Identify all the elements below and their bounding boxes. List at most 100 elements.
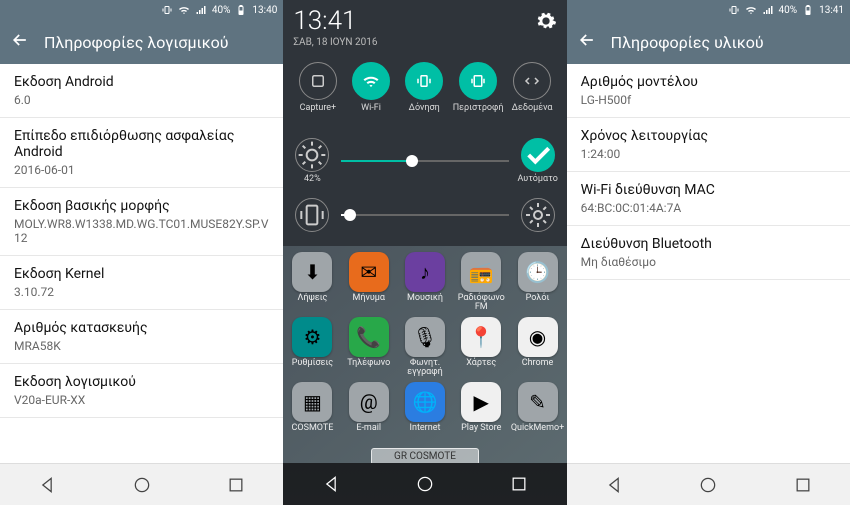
- volume-slider[interactable]: [341, 214, 508, 216]
- nav-home-button[interactable]: [696, 473, 720, 497]
- page-title: Πληροφορίες λογισμικού: [44, 33, 228, 52]
- nav-recents-button[interactable]: [224, 473, 248, 497]
- back-arrow-icon[interactable]: [577, 30, 597, 54]
- app-label: Τηλέφωνο: [347, 359, 390, 377]
- app-icon: 📍: [461, 317, 501, 357]
- app-shortcut[interactable]: 🌐Internet: [398, 382, 452, 442]
- status-bar[interactable]: 40% 13:40: [0, 0, 283, 20]
- nav-bar: [283, 463, 566, 505]
- signal-icon: [195, 4, 207, 16]
- vibrate-icon: [161, 4, 173, 16]
- app-label: E-mail: [356, 424, 381, 442]
- nav-home-button[interactable]: [413, 472, 437, 496]
- nav-back-button[interactable]: [35, 473, 59, 497]
- nav-home-button[interactable]: [130, 473, 154, 497]
- app-label: Play Store: [461, 424, 501, 442]
- qs-tile-icon: [352, 62, 390, 100]
- app-shortcut[interactable]: 📍 Χάρτες: [454, 317, 508, 378]
- brightness-slider[interactable]: [341, 160, 508, 162]
- qs-clock[interactable]: 13:41: [293, 6, 377, 36]
- list-item[interactable]: Επίπεδο επιδιόρθωσης ασφαλείας Android20…: [0, 118, 283, 188]
- nav-bar: [0, 463, 283, 505]
- app-shortcut[interactable]: @E-mail: [342, 382, 396, 442]
- screen-software-info: 40% 13:40 Πληροφορίες λογισμικού Εκδοση …: [0, 0, 283, 505]
- vibrate-icon: [728, 4, 740, 16]
- app-label: Μήνυμα: [353, 294, 385, 312]
- nav-recents-button[interactable]: [507, 472, 531, 496]
- item-label: Εκδοση λογισμικού: [14, 374, 269, 390]
- qs-tile-icon: [459, 62, 497, 100]
- item-label: Αριθμός κατασκευής: [14, 320, 269, 336]
- app-shortcut[interactable]: 🕒Ρολόι: [510, 252, 564, 313]
- volume-vibrate-icon[interactable]: [295, 198, 329, 232]
- list-item[interactable]: Εκδοση Android6.0: [0, 64, 283, 118]
- item-label: Εκδοση Android: [14, 74, 269, 90]
- list-item[interactable]: Χρόνος λειτουργίας 1:24:00: [567, 118, 850, 172]
- qs-tile-icon: [405, 62, 443, 100]
- status-bar[interactable]: 40% 13:41: [567, 0, 850, 20]
- app-label: Χάρτες: [466, 359, 496, 377]
- app-label: Ραδιόφωνο FM: [454, 294, 508, 313]
- volume-settings-icon[interactable]: [521, 198, 555, 232]
- list-item[interactable]: Εκδοση βασικής μορφήςMOLY.WR8.W1338.MD.W…: [0, 188, 283, 256]
- nav-recents-button[interactable]: [791, 473, 815, 497]
- clock-text: 13:41: [819, 5, 844, 16]
- app-shortcut[interactable]: ◉Chrome: [510, 317, 564, 378]
- item-value: 2016-06-01: [14, 163, 269, 177]
- app-icon: 📞: [349, 317, 389, 357]
- app-shortcut[interactable]: ✉Μήνυμα: [342, 252, 396, 313]
- back-arrow-icon[interactable]: [10, 30, 30, 54]
- qs-tile[interactable]: Δόνηση: [400, 62, 449, 124]
- action-bar: Πληροφορίες υλικού: [567, 20, 850, 64]
- qs-tile-icon: [299, 62, 337, 100]
- qs-tile-icon: [513, 62, 551, 100]
- list-item[interactable]: Αριθμός μοντέλουLG-H500f: [567, 64, 850, 118]
- page-title: Πληροφορίες υλικού: [611, 33, 764, 52]
- item-label: Εκδοση βασικής μορφής: [14, 198, 269, 214]
- qs-date[interactable]: ΣΑΒ, 18 ΙΟΥΝ 2016: [293, 37, 377, 48]
- brightness-icon[interactable]: [295, 138, 329, 172]
- screen-quick-settings: 40% 13:41 13:41 ΣΑΒ, 18 ΙΟΥΝ 2016 Captur…: [283, 0, 566, 505]
- app-icon: ⬇: [292, 252, 332, 292]
- item-label: Εκδοση Kernel: [14, 266, 269, 282]
- list-item[interactable]: Διεύθυνση BluetoothΜη διαθέσιμο: [567, 226, 850, 280]
- qs-tile-label: Δόνηση: [409, 104, 440, 124]
- home-screen[interactable]: ⬇Λήψεις✉Μήνυμα♪Μουσική📻Ραδιόφωνο FM🕒Ρολό…: [283, 246, 566, 463]
- list-item[interactable]: Αριθμός κατασκευήςMRA58K: [0, 310, 283, 364]
- item-value: 1:24:00: [581, 147, 836, 161]
- qs-tiles-row: Capture+ Wi-Fi Δόνηση ΠεριστροφήΔεδομένα: [293, 62, 556, 124]
- nav-back-button[interactable]: [602, 473, 626, 497]
- settings-list: Εκδοση Android6.0Επίπεδο επιδιόρθωσης ασ…: [0, 64, 283, 463]
- screen-hardware-info: 40% 13:41 Πληροφορίες υλικού Αριθμός μον…: [567, 0, 850, 505]
- app-label: Μουσική: [407, 294, 443, 312]
- app-shortcut[interactable]: ♪Μουσική: [398, 252, 452, 313]
- list-item[interactable]: Wi-Fi διεύθυνση MAC 64:BC:0C:01:4A:7A: [567, 172, 850, 226]
- nav-bar: [567, 463, 850, 505]
- item-label: Χρόνος λειτουργίας: [581, 128, 836, 144]
- nav-back-button[interactable]: [319, 472, 343, 496]
- qs-tile[interactable]: Capture+: [293, 62, 342, 124]
- qs-tile[interactable]: Δεδομένα: [508, 62, 557, 124]
- qs-tile[interactable]: Wi-Fi: [346, 62, 395, 124]
- app-icon: ⚙: [292, 317, 332, 357]
- list-item[interactable]: Εκδοση Kernel3.10.72: [0, 256, 283, 310]
- app-shortcut[interactable]: 📻Ραδιόφωνο FM: [454, 252, 508, 313]
- app-shortcut[interactable]: ⚙Ρυθμίσεις: [285, 317, 339, 378]
- list-item[interactable]: Εκδοση λογισμικούV20a-EUR-XX: [0, 364, 283, 418]
- quick-settings-panel[interactable]: 13:41 ΣΑΒ, 18 ΙΟΥΝ 2016 Capture+ Wi-Fi Δόν…: [283, 0, 566, 246]
- item-value: 64:BC:0C:01:4A:7A: [581, 201, 836, 215]
- app-shortcut[interactable]: ⬇Λήψεις: [285, 252, 339, 313]
- app-label: QuickMemo+: [511, 424, 564, 442]
- item-label: Wi-Fi διεύθυνση MAC: [581, 182, 836, 198]
- app-shortcut[interactable]: ✎QuickMemo+: [510, 382, 564, 442]
- item-label: Διεύθυνση Bluetooth: [581, 236, 836, 252]
- auto-brightness-toggle[interactable]: [521, 138, 555, 172]
- qs-tile[interactable]: Περιστροφή: [453, 62, 504, 124]
- app-shortcut[interactable]: ▦COSMOTE: [285, 382, 339, 442]
- app-shortcut[interactable]: 📞 Τηλέφωνο: [342, 317, 396, 378]
- qs-tile-label: Wi-Fi: [361, 104, 381, 124]
- app-shortcut[interactable]: ▶Play Store: [454, 382, 508, 442]
- carrier-label[interactable]: GR COSMOTE: [371, 448, 479, 463]
- settings-gear-icon[interactable]: [535, 10, 557, 32]
- app-shortcut[interactable]: 🎙Φωνητ. εγγραφή: [398, 317, 452, 378]
